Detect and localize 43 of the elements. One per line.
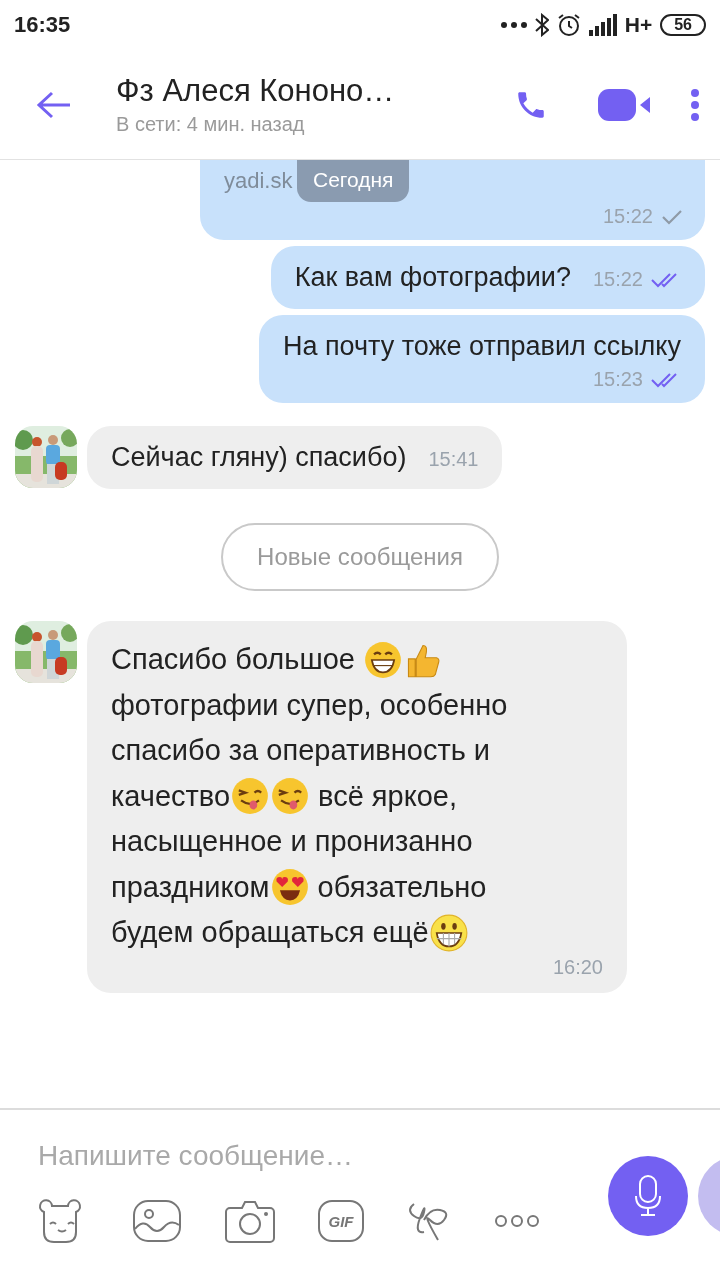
message-time: 15:22 <box>592 268 643 291</box>
link-text[interactable]: yadi.sk <box>224 168 293 194</box>
more-notifications-icon <box>500 22 527 28</box>
gallery-button[interactable] <box>132 1199 182 1243</box>
camera-button[interactable] <box>224 1198 276 1244</box>
menu-button[interactable] <box>690 87 700 122</box>
message-text: обязательно <box>316 869 487 905</box>
last-seen: В сети: 4 мин. назад <box>116 113 306 136</box>
message-input[interactable]: Напишите сообщение… <box>38 1140 478 1172</box>
battery-level: 56 <box>660 14 706 36</box>
date-chip: Сегодня <box>297 160 410 202</box>
message-time: 16:20 <box>552 955 603 979</box>
new-messages-divider: Новые сообщения <box>221 523 499 591</box>
microphone-icon <box>633 1174 663 1218</box>
heart-eyes-emoji-icon <box>270 868 309 907</box>
bluetooth-icon <box>534 13 549 37</box>
message-text: фотографии супер, особенно <box>111 687 508 723</box>
message-time: 15:41 <box>428 448 479 471</box>
more-options-button[interactable] <box>494 1214 540 1228</box>
message-text: насыщенное и пронизанно <box>111 824 473 859</box>
clock-time: 16:35 <box>14 12 71 38</box>
message-text: качество <box>111 778 231 814</box>
video-call-button[interactable] <box>598 88 650 121</box>
winking-face-icon <box>231 777 270 816</box>
message-text: спасибо за оперативность и <box>111 733 491 768</box>
alarm-clock-icon <box>556 13 581 37</box>
network-type: H+ <box>624 13 653 37</box>
grinning-face-icon <box>429 913 468 952</box>
message-text: Как вам фотографии? <box>294 262 571 293</box>
contact-name: Фз Алеся Кононо… <box>116 73 396 109</box>
message-text: На почту тоже отправил ссылку <box>282 331 681 362</box>
gif-button[interactable]: GIF <box>318 1200 364 1242</box>
message-text: Сейчас гляну) спасибо) <box>111 442 407 473</box>
back-button[interactable] <box>36 89 72 120</box>
message-text: Спасибо большое <box>111 642 356 677</box>
winking-face-icon <box>271 777 310 816</box>
grin-emoji-icon <box>364 640 402 679</box>
signal-icon <box>588 14 617 36</box>
message-text: будем обращаться ещё <box>111 915 429 950</box>
message-time: 15:23 <box>592 368 643 391</box>
message-text: праздником <box>111 869 270 905</box>
message-text: всё яркое, <box>317 778 458 814</box>
message-time: 15:22 <box>602 205 653 228</box>
